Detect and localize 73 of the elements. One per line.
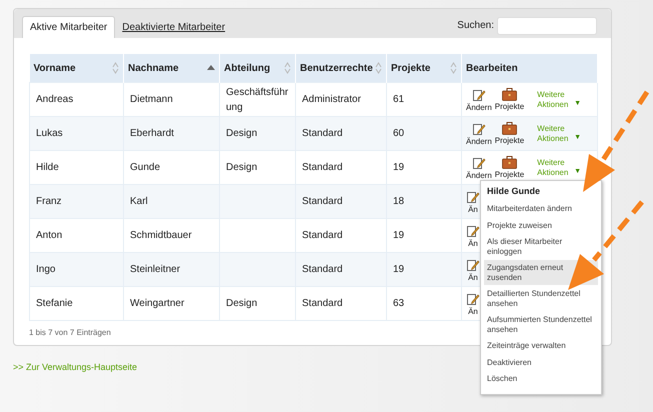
menu-item[interactable]: Als dieser Mitarbeiter einloggen xyxy=(484,234,598,259)
table-cell: Schmidtbauer xyxy=(130,230,192,241)
table-cell: 61 xyxy=(393,94,404,105)
menu-item[interactable]: Deaktivieren xyxy=(484,354,598,370)
briefcase-icon xyxy=(502,88,517,101)
table-cell: Standard xyxy=(302,128,343,139)
entries-info: 1 bis 7 von 7 Einträgen xyxy=(29,328,111,337)
table-cell: Steinleitner xyxy=(130,264,180,275)
edit-button[interactable]: Ändern xyxy=(466,156,492,180)
column-header[interactable]: Projekte xyxy=(386,54,462,82)
table-cell: Ingo xyxy=(36,264,56,275)
sort-icon xyxy=(450,62,457,74)
table-cell: Weingartner xyxy=(130,298,184,309)
table-cell: Administrator xyxy=(302,94,361,105)
menu-item[interactable]: Aufsummierten Stundenzettel ansehen xyxy=(484,312,598,337)
pencil-note-icon xyxy=(472,88,486,102)
table-cell: Dietmann xyxy=(130,94,173,105)
table-cell: Lukas xyxy=(36,128,63,139)
projects-button[interactable]: Projekte xyxy=(494,122,524,145)
briefcase-icon xyxy=(502,156,517,169)
menu-item[interactable]: Projekte zuweisen xyxy=(484,218,598,233)
table-cell: 63 xyxy=(393,298,404,309)
column-header[interactable]: Nachname xyxy=(124,54,220,82)
edit-button[interactable]: Än xyxy=(466,258,480,282)
table-cell: Design xyxy=(226,128,258,139)
table-cell: Design xyxy=(226,162,258,173)
table-cell: Gunde xyxy=(130,162,160,173)
column-header[interactable]: Abteilung xyxy=(220,54,296,82)
tab[interactable]: Deaktivierte Mitarbeiter xyxy=(115,17,232,38)
projects-button[interactable]: Projekte xyxy=(494,156,524,179)
search-label: Suchen: xyxy=(457,20,494,31)
menu-item[interactable]: Mitarbeiterdaten ändern xyxy=(484,201,598,216)
table-cell: Anton xyxy=(36,230,62,241)
table-cell: Eberhardt xyxy=(130,128,174,139)
table-cell: Geschäftsführung xyxy=(226,86,288,112)
table-cell: 19 xyxy=(393,162,404,173)
table-cell: Hilde xyxy=(36,162,59,173)
column-header[interactable]: Benutzerrechte xyxy=(296,54,386,82)
sort-icon xyxy=(375,62,382,74)
table-cell: Andreas xyxy=(36,94,74,105)
edit-button[interactable]: Än xyxy=(466,224,480,248)
briefcase-icon xyxy=(502,122,517,135)
sort-icon xyxy=(284,62,291,74)
edit-button[interactable]: Ändern xyxy=(466,88,492,112)
sort-ascending-icon xyxy=(207,64,215,72)
table-cell: Standard xyxy=(302,230,343,241)
table-cell: Stefanie xyxy=(36,298,73,309)
table-cell: Standard xyxy=(302,162,343,173)
table-cell: 19 xyxy=(393,230,404,241)
column-header[interactable]: Vorname xyxy=(30,54,124,82)
edit-button[interactable]: Ändern xyxy=(466,122,492,146)
table-cell: 18 xyxy=(393,196,404,207)
table-cell: Franz xyxy=(36,196,62,207)
pencil-note-icon xyxy=(472,156,486,170)
projects-button[interactable]: Projekte xyxy=(494,88,524,111)
menu-title: Hilde Gunde xyxy=(486,185,542,198)
column-header: Bearbeiten xyxy=(462,54,598,82)
tab[interactable]: Aktive Mitarbeiter xyxy=(22,16,116,38)
edit-button[interactable]: Än xyxy=(466,190,480,214)
menu-item[interactable]: Zeiteinträge verwalten xyxy=(484,338,598,354)
table-cell: 60 xyxy=(393,128,404,139)
table-cell: Standard xyxy=(302,196,343,207)
table-cell: Standard xyxy=(302,298,343,309)
table-cell: Standard xyxy=(302,264,343,275)
edit-button[interactable]: Än xyxy=(466,292,480,316)
table-cell: 19 xyxy=(393,264,404,275)
pencil-note-icon xyxy=(472,122,486,136)
sort-icon xyxy=(112,62,119,74)
menu-item[interactable]: Löschen xyxy=(484,371,598,386)
search-field[interactable] xyxy=(497,16,597,34)
table-cell: Design xyxy=(226,298,258,309)
menu-item[interactable]: Detaillierten Stundenzettel ansehen xyxy=(484,286,598,311)
table-cell: Karl xyxy=(130,196,148,207)
